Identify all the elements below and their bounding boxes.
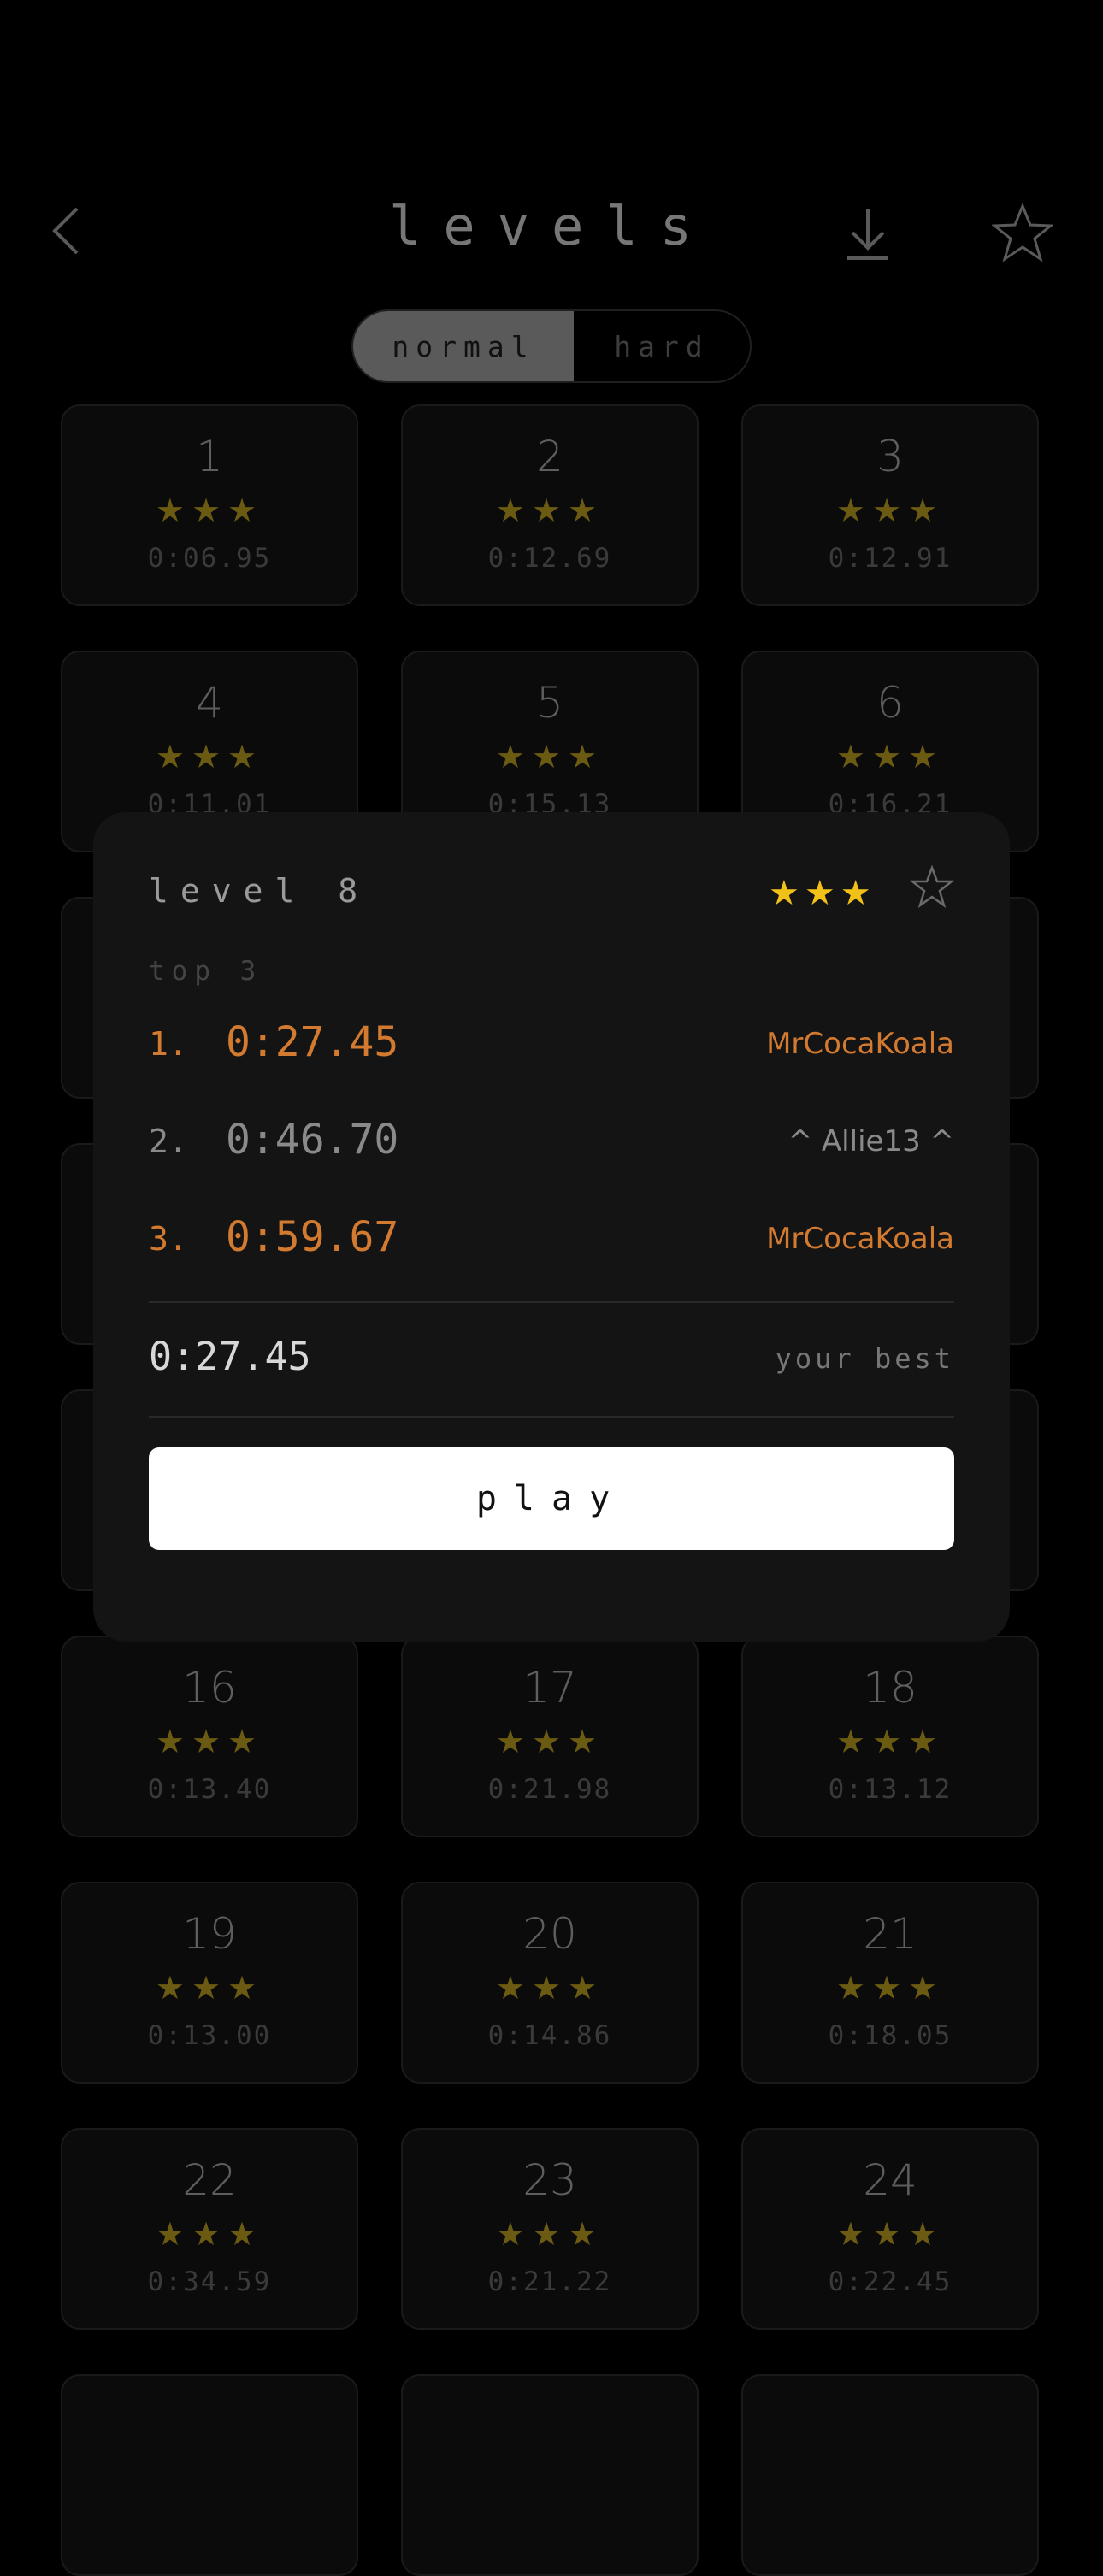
level-stars: ★★★ — [835, 738, 945, 775]
level-detail-modal: level 8 ★★★ top 3 1. 0:27.45 MrCocaKoala… — [93, 812, 1010, 1642]
level-time: 0:13.40 — [147, 1774, 272, 1805]
level-time: 0:13.00 — [147, 2020, 272, 2051]
level-stars: ★★★ — [155, 1969, 264, 2007]
level-stars: ★★★ — [835, 1969, 945, 2007]
leaderboard-row: 2. 0:46.70 ^ Allie13 ^ — [149, 1111, 954, 1170]
rank-time: 0:59.67 — [226, 1213, 399, 1261]
level-card-20[interactable]: 20 ★★★ 0:14.86 — [401, 1882, 699, 2084]
level-number: 4 — [196, 678, 223, 728]
level-time: 0:14.86 — [487, 2020, 612, 2051]
level-card-24[interactable]: 24 ★★★ 0:22.45 — [741, 2128, 1039, 2330]
level-number: 1 — [196, 432, 223, 481]
level-number: 2 — [536, 432, 563, 481]
best-label: your best — [775, 1342, 954, 1375]
level-stars: ★★★ — [495, 738, 605, 775]
level-number: 23 — [522, 2155, 577, 2205]
level-card-19[interactable]: 19 ★★★ 0:13.00 — [61, 1882, 358, 2084]
level-number: 18 — [863, 1663, 917, 1712]
level-stars: ★★★ — [495, 2215, 605, 2253]
level-time: 0:12.69 — [487, 543, 612, 574]
level-stars: ★★★ — [155, 1723, 264, 1760]
level-card-16[interactable]: 16 ★★★ 0:13.40 — [61, 1636, 358, 1837]
level-card-21[interactable]: 21 ★★★ 0:18.05 — [741, 1882, 1039, 2084]
level-number: 17 — [522, 1663, 577, 1712]
level-time: 0:06.95 — [147, 543, 272, 574]
level-stars: ★★★ — [835, 2215, 945, 2253]
level-stars: ★★★ — [835, 1723, 945, 1760]
rank-player: ^ Allie13 ^ — [787, 1124, 954, 1158]
rank-time: 0:27.45 — [226, 1018, 399, 1066]
level-stars: ★★★ — [155, 492, 264, 529]
level-card-18[interactable]: 18 ★★★ 0:13.12 — [741, 1636, 1039, 1837]
modal-title: level 8 — [149, 872, 370, 910]
level-stars: ★★★ — [495, 1969, 605, 2007]
level-stars: ★★★ — [495, 1723, 605, 1760]
divider — [149, 1301, 954, 1303]
level-time: 0:13.12 — [828, 1774, 953, 1805]
level-card-22[interactable]: 22 ★★★ 0:34.59 — [61, 2128, 358, 2330]
rank-player: MrCocaKoala — [766, 1222, 954, 1256]
level-stars: ★★★ — [155, 2215, 264, 2253]
level-number: 20 — [522, 1909, 577, 1959]
level-time: 0:21.22 — [487, 2267, 612, 2297]
level-time: 0:12.91 — [828, 543, 953, 574]
rank-player: MrCocaKoala — [766, 1027, 954, 1061]
rank-number: 2. — [149, 1123, 188, 1160]
level-time: 0:18.05 — [828, 2020, 953, 2051]
level-number: 5 — [536, 678, 563, 728]
level-number: 6 — [876, 678, 904, 728]
leaderboard-row: 1. 0:27.45 MrCocaKoala — [149, 1013, 954, 1073]
level-stars: ★★★ — [495, 492, 605, 529]
level-number: 16 — [182, 1663, 237, 1712]
modal-star-rating: ★★★ — [769, 874, 876, 913]
level-card-partial[interactable] — [741, 2374, 1039, 2576]
rank-number: 1. — [149, 1025, 188, 1063]
play-button[interactable]: play — [149, 1447, 954, 1550]
level-card-1[interactable]: 1 ★★★ 0:06.95 — [61, 404, 358, 606]
leaderboard-row: 3. 0:59.67 MrCocaKoala — [149, 1208, 954, 1268]
level-number: 22 — [182, 2155, 237, 2205]
best-time: 0:27.45 — [149, 1334, 311, 1379]
level-card-partial[interactable] — [401, 2374, 699, 2576]
level-card-17[interactable]: 17 ★★★ 0:21.98 — [401, 1636, 699, 1837]
level-stars: ★★★ — [155, 738, 264, 775]
star-outline-icon[interactable] — [910, 865, 954, 910]
top3-label: top 3 — [149, 956, 263, 987]
level-time: 0:22.45 — [828, 2267, 953, 2297]
level-number: 3 — [876, 432, 904, 481]
rank-number: 3. — [149, 1220, 188, 1258]
divider — [149, 1416, 954, 1418]
rank-time: 0:46.70 — [226, 1116, 399, 1164]
level-stars: ★★★ — [835, 492, 945, 529]
level-card-2[interactable]: 2 ★★★ 0:12.69 — [401, 404, 699, 606]
level-number: 21 — [863, 1909, 917, 1959]
level-card-partial[interactable] — [61, 2374, 358, 2576]
level-card-23[interactable]: 23 ★★★ 0:21.22 — [401, 2128, 699, 2330]
level-time: 0:21.98 — [487, 1774, 612, 1805]
level-number: 19 — [182, 1909, 237, 1959]
level-time: 0:34.59 — [147, 2267, 272, 2297]
level-card-3[interactable]: 3 ★★★ 0:12.91 — [741, 404, 1039, 606]
level-number: 24 — [863, 2155, 917, 2205]
